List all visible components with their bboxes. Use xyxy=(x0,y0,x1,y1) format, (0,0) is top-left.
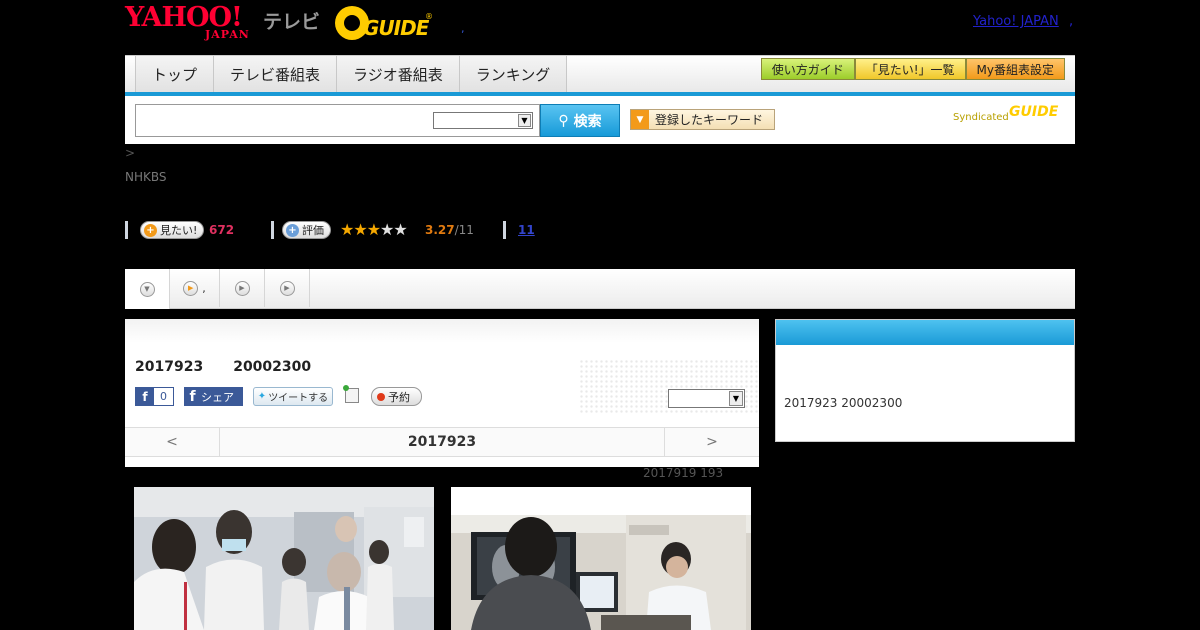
device-select[interactable]: ▼ xyxy=(668,389,745,408)
current-date: 2017923 xyxy=(407,434,477,450)
mitai-label: 見たい! xyxy=(160,224,198,237)
nav-buttons: 使い方ガイド 「見たい!」一覧 My番組表設定 xyxy=(760,58,1065,80)
usage-guide-button[interactable]: 使い方ガイド xyxy=(760,58,855,80)
play-icon: ▶ xyxy=(183,280,199,296)
separator xyxy=(503,221,506,239)
facebook-share-label: シェア xyxy=(201,390,234,404)
chevron-down-icon: ▼ xyxy=(518,114,531,127)
calendar-add-icon[interactable] xyxy=(343,385,359,403)
syndicated-gguide-logo: Syndicated GUIDE xyxy=(953,104,1065,128)
program-photo-2[interactable] xyxy=(451,487,751,630)
program-info-panel: 2017923 20002300 f 0 f シェア ✦ ツイートする 予約 ▼ xyxy=(125,319,759,467)
nav-tabs: トップ テレビ番組表 ラジオ番組表 ランキング xyxy=(135,56,568,92)
yahoo-japan-link[interactable]: Yahoo! JAPAN xyxy=(973,14,1059,29)
star-icon: ★ xyxy=(393,220,407,239)
facebook-share-button[interactable]: f シェア xyxy=(184,387,243,406)
syndicated-label: Syndicated xyxy=(953,112,1009,123)
separator xyxy=(125,221,128,239)
registered-mark: ® xyxy=(425,12,433,21)
subtab-reviews[interactable]: ▶ xyxy=(220,269,265,307)
star-icon: ★ xyxy=(366,220,381,239)
search-category-select[interactable]: ▼ xyxy=(433,112,533,129)
rating-value: 3.27/11 xyxy=(425,223,474,237)
plus-icon: + xyxy=(286,223,299,237)
share-row: f 0 f シェア ✦ ツイートする 予約 xyxy=(135,385,745,407)
separator xyxy=(271,221,274,239)
side-panel-header xyxy=(776,320,1074,345)
twitter-icon: ✦ xyxy=(257,391,267,402)
tweet-label: ツイートする xyxy=(268,393,329,404)
saved-keywords-button[interactable]: ▼ 登録したキーワード xyxy=(630,109,775,130)
gguide-logo[interactable]: GUIDE ® xyxy=(335,6,433,40)
my-listings-settings-button[interactable]: My番組表設定 xyxy=(965,58,1065,80)
air-date: 2017923 xyxy=(135,359,204,375)
program-photo-1[interactable] xyxy=(134,487,434,630)
gguide-logo-text: GUIDE xyxy=(363,16,429,40)
plus-icon: + xyxy=(144,223,157,237)
reviews-link[interactable]: 11 xyxy=(518,223,535,237)
search-icon: ⚲ xyxy=(558,112,569,129)
rating-stars: ★★★★★ xyxy=(340,220,408,239)
reserve-button[interactable]: 予約 xyxy=(371,387,422,406)
updated-timestamp: 2017919 193 xyxy=(643,466,724,480)
facebook-icon: f xyxy=(189,388,196,405)
search-button-label: 検索 xyxy=(573,113,602,130)
channel-name: NHKBS xyxy=(125,170,167,184)
search-button[interactable]: ⚲ 検索 xyxy=(540,104,620,137)
nav-tab-top[interactable]: トップ xyxy=(135,56,214,92)
page: YAHOO! JAPAN テレビ GUIDE ® , Yahoo! JAPAN … xyxy=(0,0,1200,630)
rating-count: /11 xyxy=(454,223,474,237)
mitai-list-button[interactable]: 「見たい!」一覧 xyxy=(854,58,966,80)
nav-tab-tv-listings[interactable]: テレビ番組表 xyxy=(213,56,337,92)
subtab-detail[interactable]: ▼ xyxy=(125,269,170,309)
nav-tab-ranking[interactable]: ランキング xyxy=(458,56,568,92)
subtab-related[interactable]: ▶ xyxy=(265,269,310,307)
facebook-count: 0 xyxy=(160,390,167,403)
syndicated-logo-text: GUIDE xyxy=(1009,104,1059,120)
facebook-like-button[interactable]: f 0 xyxy=(135,387,174,406)
mitai-button[interactable]: + 見たい! xyxy=(140,221,205,239)
tv-logo-text[interactable]: テレビ xyxy=(263,7,320,34)
star-icon: ★ xyxy=(353,220,367,239)
star-icon: ★ xyxy=(380,220,394,239)
chevron-down-icon: ▼ xyxy=(729,391,743,406)
play-icon: ▶ xyxy=(279,280,295,296)
program-stats: + 見たい! 672 + 評価 ★★★★★ 3.27/11 11 xyxy=(125,220,625,242)
air-datetime: 2017923 20002300 xyxy=(135,359,341,375)
header: YAHOO! JAPAN テレビ GUIDE ® , Yahoo! JAPAN … xyxy=(125,0,1075,50)
mitai-count: 672 xyxy=(209,223,235,237)
triangle-down-icon: ▼ xyxy=(631,110,649,129)
radiology-reading-photo xyxy=(451,487,751,630)
side-panel: 2017923 20002300 xyxy=(775,319,1075,442)
facebook-icon: f xyxy=(136,388,154,405)
program-subtabs: ▼ ▶, ▶ ▶ xyxy=(125,269,1075,309)
rating-score: 3.27 xyxy=(425,223,455,237)
panel-header xyxy=(125,319,759,343)
reserve-label: 予約 xyxy=(388,390,410,404)
prev-date-button[interactable]: < xyxy=(125,428,220,456)
date-navigation: < 2017923 > xyxy=(125,427,759,457)
search-bar: ▼ ⚲ 検索 ▼ 登録したキーワード Syndicated GUIDE xyxy=(125,96,1075,144)
play-icon: ▶ xyxy=(234,280,250,296)
breadcrumb[interactable]: > xyxy=(125,146,135,160)
rate-label: 評価 xyxy=(302,224,324,237)
rate-button[interactable]: + 評価 xyxy=(282,221,331,239)
side-panel-airtime: 2017923 20002300 xyxy=(784,396,903,410)
air-time: 20002300 xyxy=(233,359,312,375)
nav-tab-radio-listings[interactable]: ラジオ番組表 xyxy=(336,56,459,92)
record-dot-icon xyxy=(377,392,385,401)
header-separator: , xyxy=(1069,14,1074,29)
header-separator: , xyxy=(461,22,465,35)
chevron-down-icon: ▼ xyxy=(139,281,155,297)
next-date-button[interactable]: > xyxy=(664,428,759,456)
main-nav: トップ テレビ番組表 ラジオ番組表 ランキング 使い方ガイド 「見たい!」一覧 … xyxy=(125,55,1075,92)
yahoo-japan-logo-text: JAPAN xyxy=(205,28,250,41)
saved-keywords-label: 登録したキーワード xyxy=(655,113,764,127)
subtab-episodes[interactable]: ▶, xyxy=(170,269,220,307)
hospital-staff-photo xyxy=(134,487,434,630)
tweet-button[interactable]: ✦ ツイートする xyxy=(253,387,333,406)
star-icon: ★ xyxy=(340,220,354,239)
